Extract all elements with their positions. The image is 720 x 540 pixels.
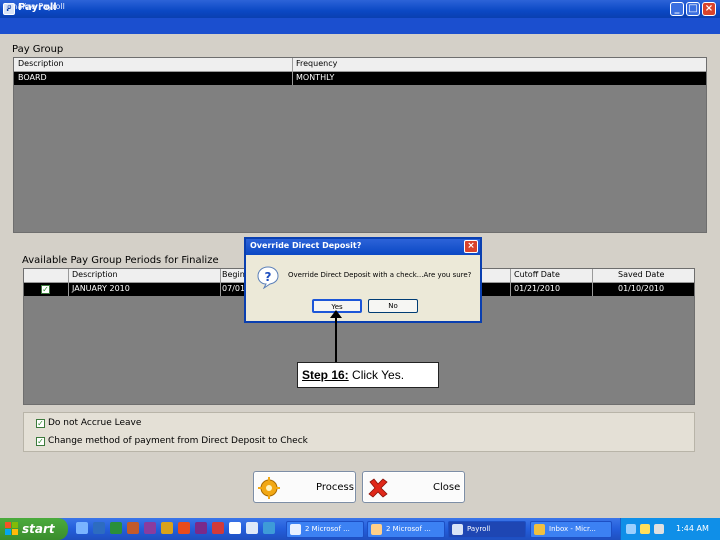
column-header-cutoff[interactable]: Cutoff Date: [514, 270, 560, 279]
cell-description: JANUARY 2010: [72, 284, 130, 293]
gear-icon: [258, 477, 280, 499]
svg-text:?: ?: [265, 270, 272, 284]
cell-frequency: MONTHLY: [296, 73, 335, 82]
arrow-icon: [330, 310, 342, 364]
change-payment-checkbox[interactable]: ✓: [36, 437, 45, 446]
payroll-icon: [452, 524, 463, 535]
task-payroll[interactable]: Payroll: [448, 521, 526, 538]
task-inbox[interactable]: Inbox - Micr...: [530, 521, 612, 538]
quicklaunch-notepad-icon[interactable]: [246, 522, 258, 534]
do-not-accrue-label: Do not Accrue Leave: [48, 418, 142, 428]
quicklaunch-media-icon[interactable]: [212, 522, 224, 534]
column-header-description[interactable]: Description: [18, 59, 64, 68]
change-payment-label: Change method of payment from Direct Dep…: [48, 436, 308, 446]
pay-group-header: Description Frequency: [14, 58, 706, 72]
column-header-frequency[interactable]: Frequency: [296, 59, 337, 68]
no-button[interactable]: No: [368, 299, 418, 313]
column-header-saved[interactable]: Saved Date: [618, 270, 664, 279]
quicklaunch-powerpoint-icon[interactable]: [127, 522, 139, 534]
task-label: Payroll: [467, 525, 491, 533]
network-icon[interactable]: [626, 524, 636, 534]
callout-text: Click Yes.: [352, 368, 405, 382]
do-not-accrue-checkbox[interactable]: ✓: [36, 419, 45, 428]
close-form-button[interactable]: Close: [362, 471, 465, 503]
cell-begin: 07/01: [222, 284, 246, 293]
word-icon: [371, 524, 382, 535]
process-button[interactable]: Process: [253, 471, 356, 503]
outlook-icon: [534, 524, 545, 535]
task-label: 2 Microsof ...: [386, 525, 431, 533]
quicklaunch-word-icon[interactable]: [93, 522, 105, 534]
form-title: Finalize Payroll: [6, 2, 65, 11]
cell-cutoff: 01/21/2010: [514, 284, 561, 293]
pay-group-label: Pay Group: [12, 44, 64, 55]
task-word-1[interactable]: 2 Microsof ...: [286, 521, 364, 538]
maximize-button[interactable]: □: [686, 2, 700, 16]
quicklaunch-excel-icon[interactable]: [110, 522, 122, 534]
dialog-close-button[interactable]: ×: [464, 240, 478, 253]
title-bar: [0, 0, 720, 18]
security-icon[interactable]: [640, 524, 650, 534]
volume-icon[interactable]: [654, 524, 664, 534]
question-icon: ?: [257, 266, 279, 289]
table-row[interactable]: BOARD MONTHLY: [14, 72, 706, 85]
task-word-2[interactable]: 2 Microsof ...: [367, 521, 445, 538]
close-button[interactable]: ×: [702, 2, 716, 16]
periods-label: Available Pay Group Periods for Finalize: [22, 255, 219, 266]
dialog-title: Override Direct Deposit?: [250, 241, 362, 250]
quicklaunch-ie-icon[interactable]: [263, 522, 275, 534]
quicklaunch-app-icon[interactable]: [178, 522, 190, 534]
close-x-icon: [368, 478, 388, 498]
cell-saved: 01/10/2010: [618, 284, 665, 293]
pay-group-grid: Description Frequency BOARD MONTHLY: [13, 57, 707, 233]
quicklaunch-onenote-icon[interactable]: [195, 522, 207, 534]
process-label: Process: [316, 482, 354, 493]
cell-description: BOARD: [18, 73, 47, 82]
column-header-description[interactable]: Description: [72, 270, 118, 279]
close-label: Close: [433, 482, 461, 493]
word-icon: [290, 524, 301, 535]
windows-logo-icon: [5, 522, 18, 535]
instruction-callout: Step 16: Click Yes.: [297, 362, 439, 388]
minimize-button[interactable]: _: [670, 2, 684, 16]
dialog-message: Override Direct Deposit with a check...A…: [288, 271, 472, 279]
callout-step: Step 16:: [302, 368, 349, 382]
override-dialog: Override Direct Deposit? × ? Override Di…: [244, 237, 482, 323]
task-label: Inbox - Micr...: [549, 525, 596, 533]
quicklaunch-desktop-icon[interactable]: [76, 522, 88, 534]
task-label: 2 Microsof ...: [305, 525, 350, 533]
quicklaunch-outlook-icon[interactable]: [161, 522, 173, 534]
menu-bar: [0, 18, 720, 34]
row-checkbox[interactable]: ✓: [41, 285, 50, 294]
quicklaunch-access-icon[interactable]: [144, 522, 156, 534]
column-header-begin[interactable]: Begin: [222, 270, 245, 279]
clock[interactable]: 1:44 AM: [676, 524, 709, 533]
quicklaunch-acrobat-icon[interactable]: [229, 522, 241, 534]
